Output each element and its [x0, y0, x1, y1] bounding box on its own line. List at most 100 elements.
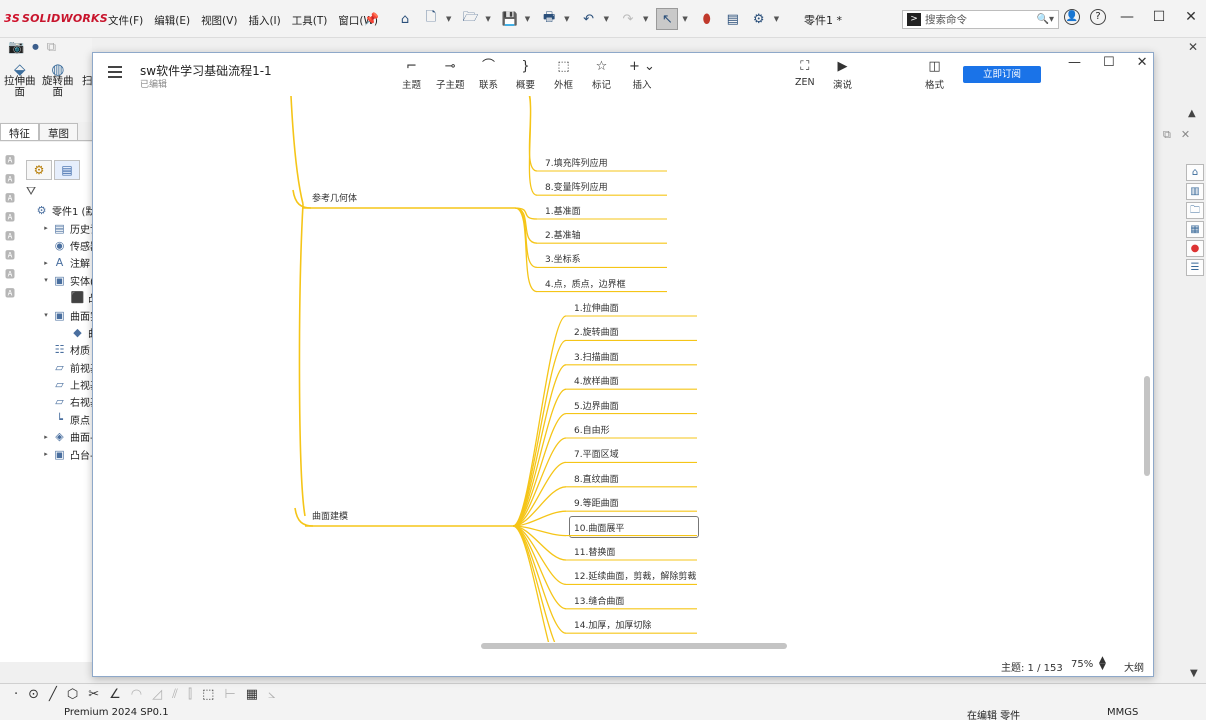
view-icon[interactable]: 🅰 — [5, 247, 15, 262]
offset-icon[interactable]: ⫽ — [172, 687, 178, 702]
subtopic[interactable]: 2.基准轴 — [545, 228, 581, 241]
options-gear-icon[interactable]: ⚙ — [748, 8, 770, 30]
horizontal-scrollbar[interactable] — [93, 642, 1153, 650]
expand-arrow-icon[interactable]: ▸ — [40, 224, 52, 232]
expand-arrow-icon[interactable]: ▾ — [40, 311, 52, 319]
mirror-icon[interactable]: ⫿ — [188, 687, 192, 702]
close-icon[interactable]: ✕ — [1137, 55, 1148, 70]
expand-arrow-icon[interactable]: ▾ — [40, 276, 52, 284]
view-icon[interactable]: 🅰 — [5, 152, 15, 167]
menu-hamburger-icon[interactable] — [108, 66, 122, 81]
subtopic[interactable]: 14.加厚，加厚切除 — [574, 618, 651, 631]
chevron-down-icon[interactable]: ▼ — [525, 15, 530, 23]
menu-insert[interactable]: 插入(I) — [248, 13, 280, 28]
tab-sketch[interactable]: 草图 — [39, 123, 78, 140]
expand-arrow-icon[interactable]: ▸ — [40, 433, 52, 441]
subtopic[interactable]: 6.自由形 — [574, 423, 610, 436]
grid-icon[interactable]: ▦ — [246, 687, 258, 702]
open-folder-icon[interactable]: 🗁 — [459, 8, 481, 30]
minimize-icon[interactable]: — — [1116, 9, 1138, 25]
subtopic[interactable]: 12.延续曲面，剪裁，解除剪裁 — [574, 569, 696, 582]
file-properties-icon[interactable]: ▤ — [722, 8, 744, 30]
subscribe-button[interactable]: 立即订阅 — [963, 66, 1041, 83]
scroll-up-icon[interactable]: ▲ — [1188, 108, 1196, 119]
chamfer-icon[interactable]: ◿ — [152, 687, 162, 702]
pin-icon[interactable]: 📌 — [364, 12, 379, 26]
select-pointer-icon[interactable]: ↖ — [656, 8, 679, 30]
undo-icon[interactable]: ↶ — [578, 8, 600, 30]
point-icon[interactable]: · — [14, 687, 18, 702]
chevron-down-icon[interactable]: ▼ — [485, 15, 490, 23]
subtopic[interactable]: 4.点，质点，边界框 — [545, 277, 626, 290]
chevron-down-icon[interactable]: ▼ — [564, 15, 569, 23]
subtopic[interactable]: 4.放样曲面 — [574, 374, 619, 387]
vertical-scrollbar[interactable] — [1143, 96, 1151, 642]
close-icon[interactable]: ✕ — [1180, 9, 1202, 25]
file-explorer-icon[interactable]: 🗀 — [1186, 202, 1204, 219]
angle-icon[interactable]: ∠ — [109, 687, 121, 702]
branch-topic[interactable]: 参考几何体 — [312, 191, 357, 204]
toolbar-topic-button[interactable]: ⌐ 主题 — [402, 59, 421, 91]
maximize-icon[interactable]: ☐ — [1148, 9, 1170, 25]
expand-arrow-icon[interactable]: ▸ — [40, 450, 52, 458]
view-icon[interactable]: 🅰 — [5, 228, 15, 243]
print-icon[interactable]: 🖶 — [538, 8, 560, 30]
subtopic[interactable]: 1.基准面 — [545, 204, 581, 217]
zoom-level[interactable]: 75% — [1071, 659, 1093, 670]
traffic-light-icon[interactable]: ⬮ — [696, 8, 718, 30]
line-icon[interactable]: ╱ — [49, 687, 57, 702]
chevron-down-icon[interactable]: ▼ — [446, 15, 451, 23]
revolved-surface-button[interactable]: ◍ 旋转曲 面 — [42, 62, 74, 98]
zoom-stepper-icon[interactable]: ▲ ▼ — [1099, 656, 1106, 672]
view-palette-icon[interactable]: ▦ — [1186, 221, 1204, 238]
status-units[interactable]: MMGS — [1107, 707, 1138, 718]
toolbar-subtopic-button[interactable]: ⊸ 子主题 — [436, 59, 465, 91]
scroll-thumb[interactable] — [1144, 376, 1150, 476]
search-icon[interactable]: 🔍▾ — [1037, 14, 1054, 25]
copy-icon[interactable]: ⧉ — [47, 40, 56, 55]
chevron-down-icon[interactable]: ▼ — [643, 15, 648, 23]
subtopic[interactable]: 9.等距曲面 — [574, 496, 619, 509]
subtopic[interactable]: 1.拉伸曲面 — [574, 301, 619, 314]
minimize-icon[interactable]: — — [1068, 55, 1081, 70]
toolbar-relationship-button[interactable]: ⌒ 联系 — [479, 59, 498, 91]
fillet-icon[interactable]: ◠ — [131, 687, 142, 702]
camera-icon[interactable]: 📷 — [8, 40, 24, 55]
home-icon[interactable]: ⌂ — [394, 8, 416, 30]
extruded-surface-button[interactable]: ⬙ 拉伸曲 面 — [4, 62, 36, 98]
chevron-down-icon[interactable]: ▼ — [682, 15, 687, 23]
menu-view[interactable]: 视图(V) — [201, 13, 237, 28]
view-icon[interactable]: 🅰 — [5, 209, 15, 224]
subtopic[interactable]: 2.旋转曲面 — [574, 325, 619, 338]
user-account-icon[interactable]: 👤 — [1064, 9, 1080, 25]
polygon-icon[interactable]: ⬡ — [67, 687, 78, 702]
help-icon[interactable]: ? — [1090, 9, 1106, 25]
view-icon[interactable]: 🅰 — [5, 266, 15, 281]
toolbar-pitch-button[interactable]: ▶ 演说 — [833, 59, 852, 91]
subtopic[interactable]: 7.填充阵列应用 — [545, 156, 608, 169]
toolbar-summary-button[interactable]: } 概要 — [516, 59, 535, 91]
record-icon[interactable]: ⏺ — [32, 40, 39, 55]
menu-tools[interactable]: 工具(T) — [292, 13, 328, 28]
expand-arrow-icon[interactable]: ▸ — [40, 259, 52, 267]
subtopic[interactable]: 3.扫描曲面 — [574, 350, 619, 363]
menu-file[interactable]: 文件(F) — [108, 13, 143, 28]
close-icon[interactable]: ✕ — [1181, 128, 1190, 142]
subtopic[interactable]: 13.缝合曲面 — [574, 594, 624, 607]
branch-topic[interactable]: 曲面建模 — [312, 509, 348, 522]
new-document-icon[interactable]: 🗋 — [420, 8, 442, 30]
chevron-down-icon[interactable]: ▼ — [604, 15, 609, 23]
subtopic[interactable]: 8.变量阵列应用 — [545, 180, 608, 193]
subtopic[interactable]: 10.曲面展平 — [574, 521, 624, 534]
subtopic[interactable]: 8.直纹曲面 — [574, 472, 619, 485]
swept-surface-button[interactable]: 扫 — [82, 64, 93, 87]
custom-properties-icon[interactable]: ☰ — [1186, 259, 1204, 276]
command-search-box[interactable]: > 搜索命令 🔍▾ — [902, 10, 1059, 29]
outline-button[interactable]: 大纲 — [1124, 659, 1144, 674]
appearance-icon[interactable]: ● — [1186, 240, 1204, 257]
mindmap-canvas[interactable]: 7.填充阵列应用 8.变量阵列应用 参考几何体 1.基准面 2.基准轴 3.坐标系 4.点，… — [93, 96, 1141, 642]
sketch-angle-icon[interactable]: ⦣ — [268, 687, 275, 702]
scroll-down-icon[interactable]: ▼ — [1190, 668, 1198, 679]
subtopic[interactable]: 11.替换面 — [574, 545, 615, 558]
circle-point-icon[interactable]: ⊙ — [28, 687, 39, 702]
